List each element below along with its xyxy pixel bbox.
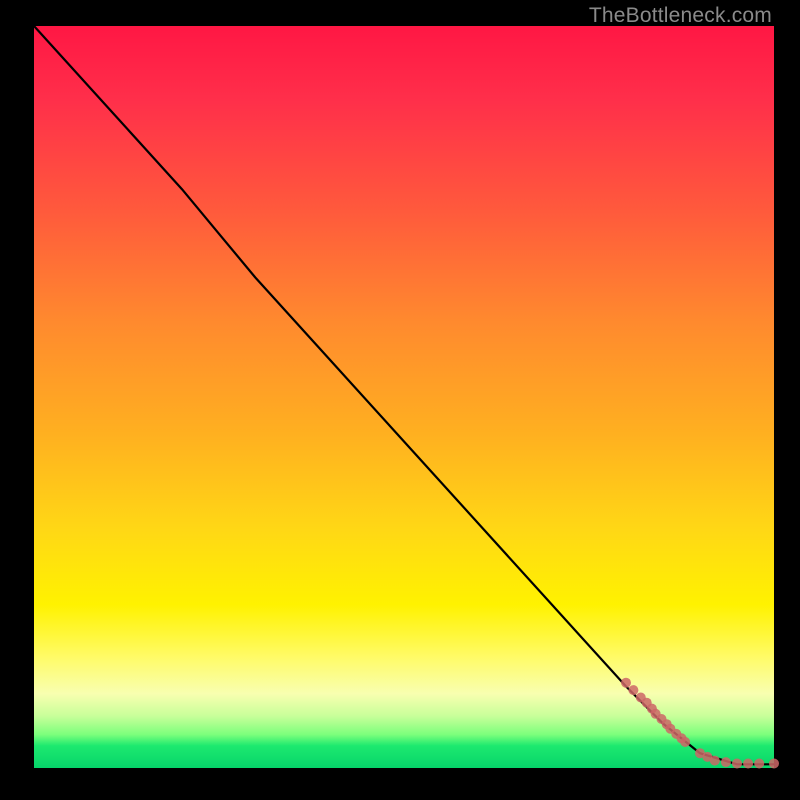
chart-overlay xyxy=(34,26,774,768)
scatter-points xyxy=(621,678,779,769)
scatter-point xyxy=(732,759,742,769)
scatter-point xyxy=(743,759,753,769)
scatter-point xyxy=(621,678,631,688)
scatter-point xyxy=(721,757,731,767)
scatter-point xyxy=(680,737,690,747)
chart-stage: TheBottleneck.com xyxy=(0,0,800,800)
curve-line xyxy=(34,26,774,764)
scatter-point xyxy=(769,759,779,769)
scatter-point xyxy=(754,759,764,769)
plot-area xyxy=(34,26,774,768)
scatter-point xyxy=(710,756,720,766)
watermark-text: TheBottleneck.com xyxy=(589,4,772,28)
scatter-point xyxy=(628,685,638,695)
